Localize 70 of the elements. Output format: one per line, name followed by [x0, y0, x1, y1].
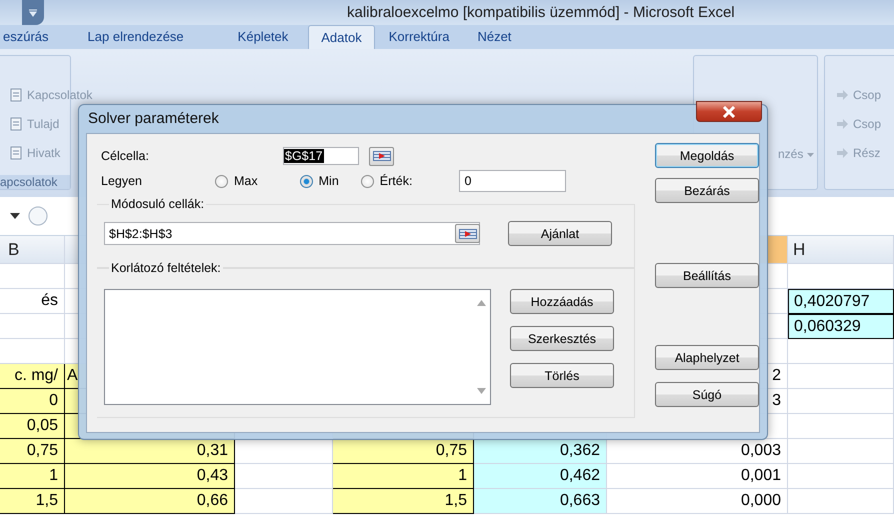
dialog-button[interactable]: Alaphelyzet [655, 345, 759, 370]
table-cell: 0 [0, 389, 65, 414]
dialog-button[interactable]: Súgó [655, 382, 759, 407]
arrow-icon [835, 146, 849, 160]
range-select-button[interactable] [369, 146, 394, 166]
constraints-label: Korlátozó feltételek: [109, 261, 223, 275]
table-cell: 0,362 [474, 439, 607, 464]
table-cell: 0,75 [0, 439, 65, 464]
close-button[interactable] [696, 101, 762, 122]
table-cell: és [0, 289, 65, 314]
guess-button[interactable]: Ajánlat [508, 221, 612, 246]
table-cell: 1,5 [333, 489, 474, 514]
arrow-icon [835, 88, 849, 102]
table-cell: 0,060329 [788, 314, 894, 339]
close-icon [722, 106, 736, 118]
radio-option[interactable]: Érték: [360, 174, 412, 188]
table-cell: 0,31 [65, 439, 235, 464]
table-cell: 1 [0, 464, 65, 489]
constraint-button[interactable]: Hozzáadás [510, 289, 614, 314]
dropdown-icon [28, 8, 38, 16]
group-label: apcsolatok [0, 175, 70, 189]
table-cell: 1 [333, 464, 474, 489]
constraint-button[interactable]: Szerkesztés [510, 326, 614, 351]
function-circle-icon[interactable] [28, 206, 48, 226]
arrow-icon [835, 116, 849, 130]
window-title: kalibraloexcelmo [kompatibilis üzemmód] - Microsoft Excel [347, 4, 735, 21]
table-cell: 0,663 [474, 489, 607, 514]
ribbon-tab[interactable]: Lap elrendezése [74, 29, 224, 49]
document-icon [9, 88, 23, 102]
dialog-button[interactable]: Beállítás [655, 263, 759, 288]
range-select-button[interactable] [455, 224, 480, 243]
dialog-title: Solver paraméterek [88, 110, 219, 127]
column-header[interactable]: B [0, 236, 65, 264]
scroll-up-icon[interactable] [477, 300, 486, 306]
table-cell: 0,43 [65, 464, 235, 489]
value-field[interactable]: 0 [459, 170, 566, 192]
dialog-button[interactable]: Bezárás [655, 178, 759, 203]
table-cell: 0,001 [607, 464, 788, 489]
radio-option[interactable]: Min [300, 174, 339, 188]
column-header[interactable]: H [788, 236, 894, 264]
constraints-list[interactable] [104, 289, 491, 405]
quick-access-menu[interactable] [22, 0, 44, 25]
dropdown-icon[interactable] [10, 212, 20, 220]
dialog-button[interactable]: Megoldás [655, 143, 759, 168]
ribbon-tab[interactable]: Korrektúra [374, 29, 464, 49]
table-cell: 1,5 [0, 489, 65, 514]
table-cell: 0,462 [474, 464, 607, 489]
radio-option[interactable]: Max [215, 174, 258, 188]
document-icon [9, 146, 23, 160]
ribbon-tab[interactable]: Képletek [224, 29, 308, 49]
table-cell: 0,75 [333, 439, 474, 464]
caret-icon [806, 153, 814, 158]
document-icon [9, 116, 23, 130]
target-cell-label: Célcella: [100, 149, 150, 163]
scroll-down-icon[interactable] [477, 388, 486, 394]
table-cell: 0,4020797 [788, 289, 894, 314]
range-icon [458, 228, 476, 238]
changing-cells-field[interactable]: $H$2:$H$3 [104, 222, 480, 245]
table-cell: 0,66 [65, 489, 235, 514]
table-cell: 0,000 [607, 489, 788, 514]
constraint-button[interactable]: Törlés [510, 363, 614, 388]
range-icon [372, 151, 390, 161]
changing-cells-label: Módosuló cellák: [109, 197, 206, 211]
table-cell: c. mg/ [0, 364, 65, 389]
ribbon-tab[interactable]: eszúrás [0, 29, 74, 49]
target-cell-field[interactable]: $G$17 [283, 147, 359, 165]
ribbon-tab[interactable]: Nézet [463, 29, 526, 49]
table-cell: 0,05 [0, 414, 65, 439]
ribbon-tab[interactable]: Adatok [308, 25, 375, 49]
equal-to-label: Legyen [100, 174, 144, 188]
